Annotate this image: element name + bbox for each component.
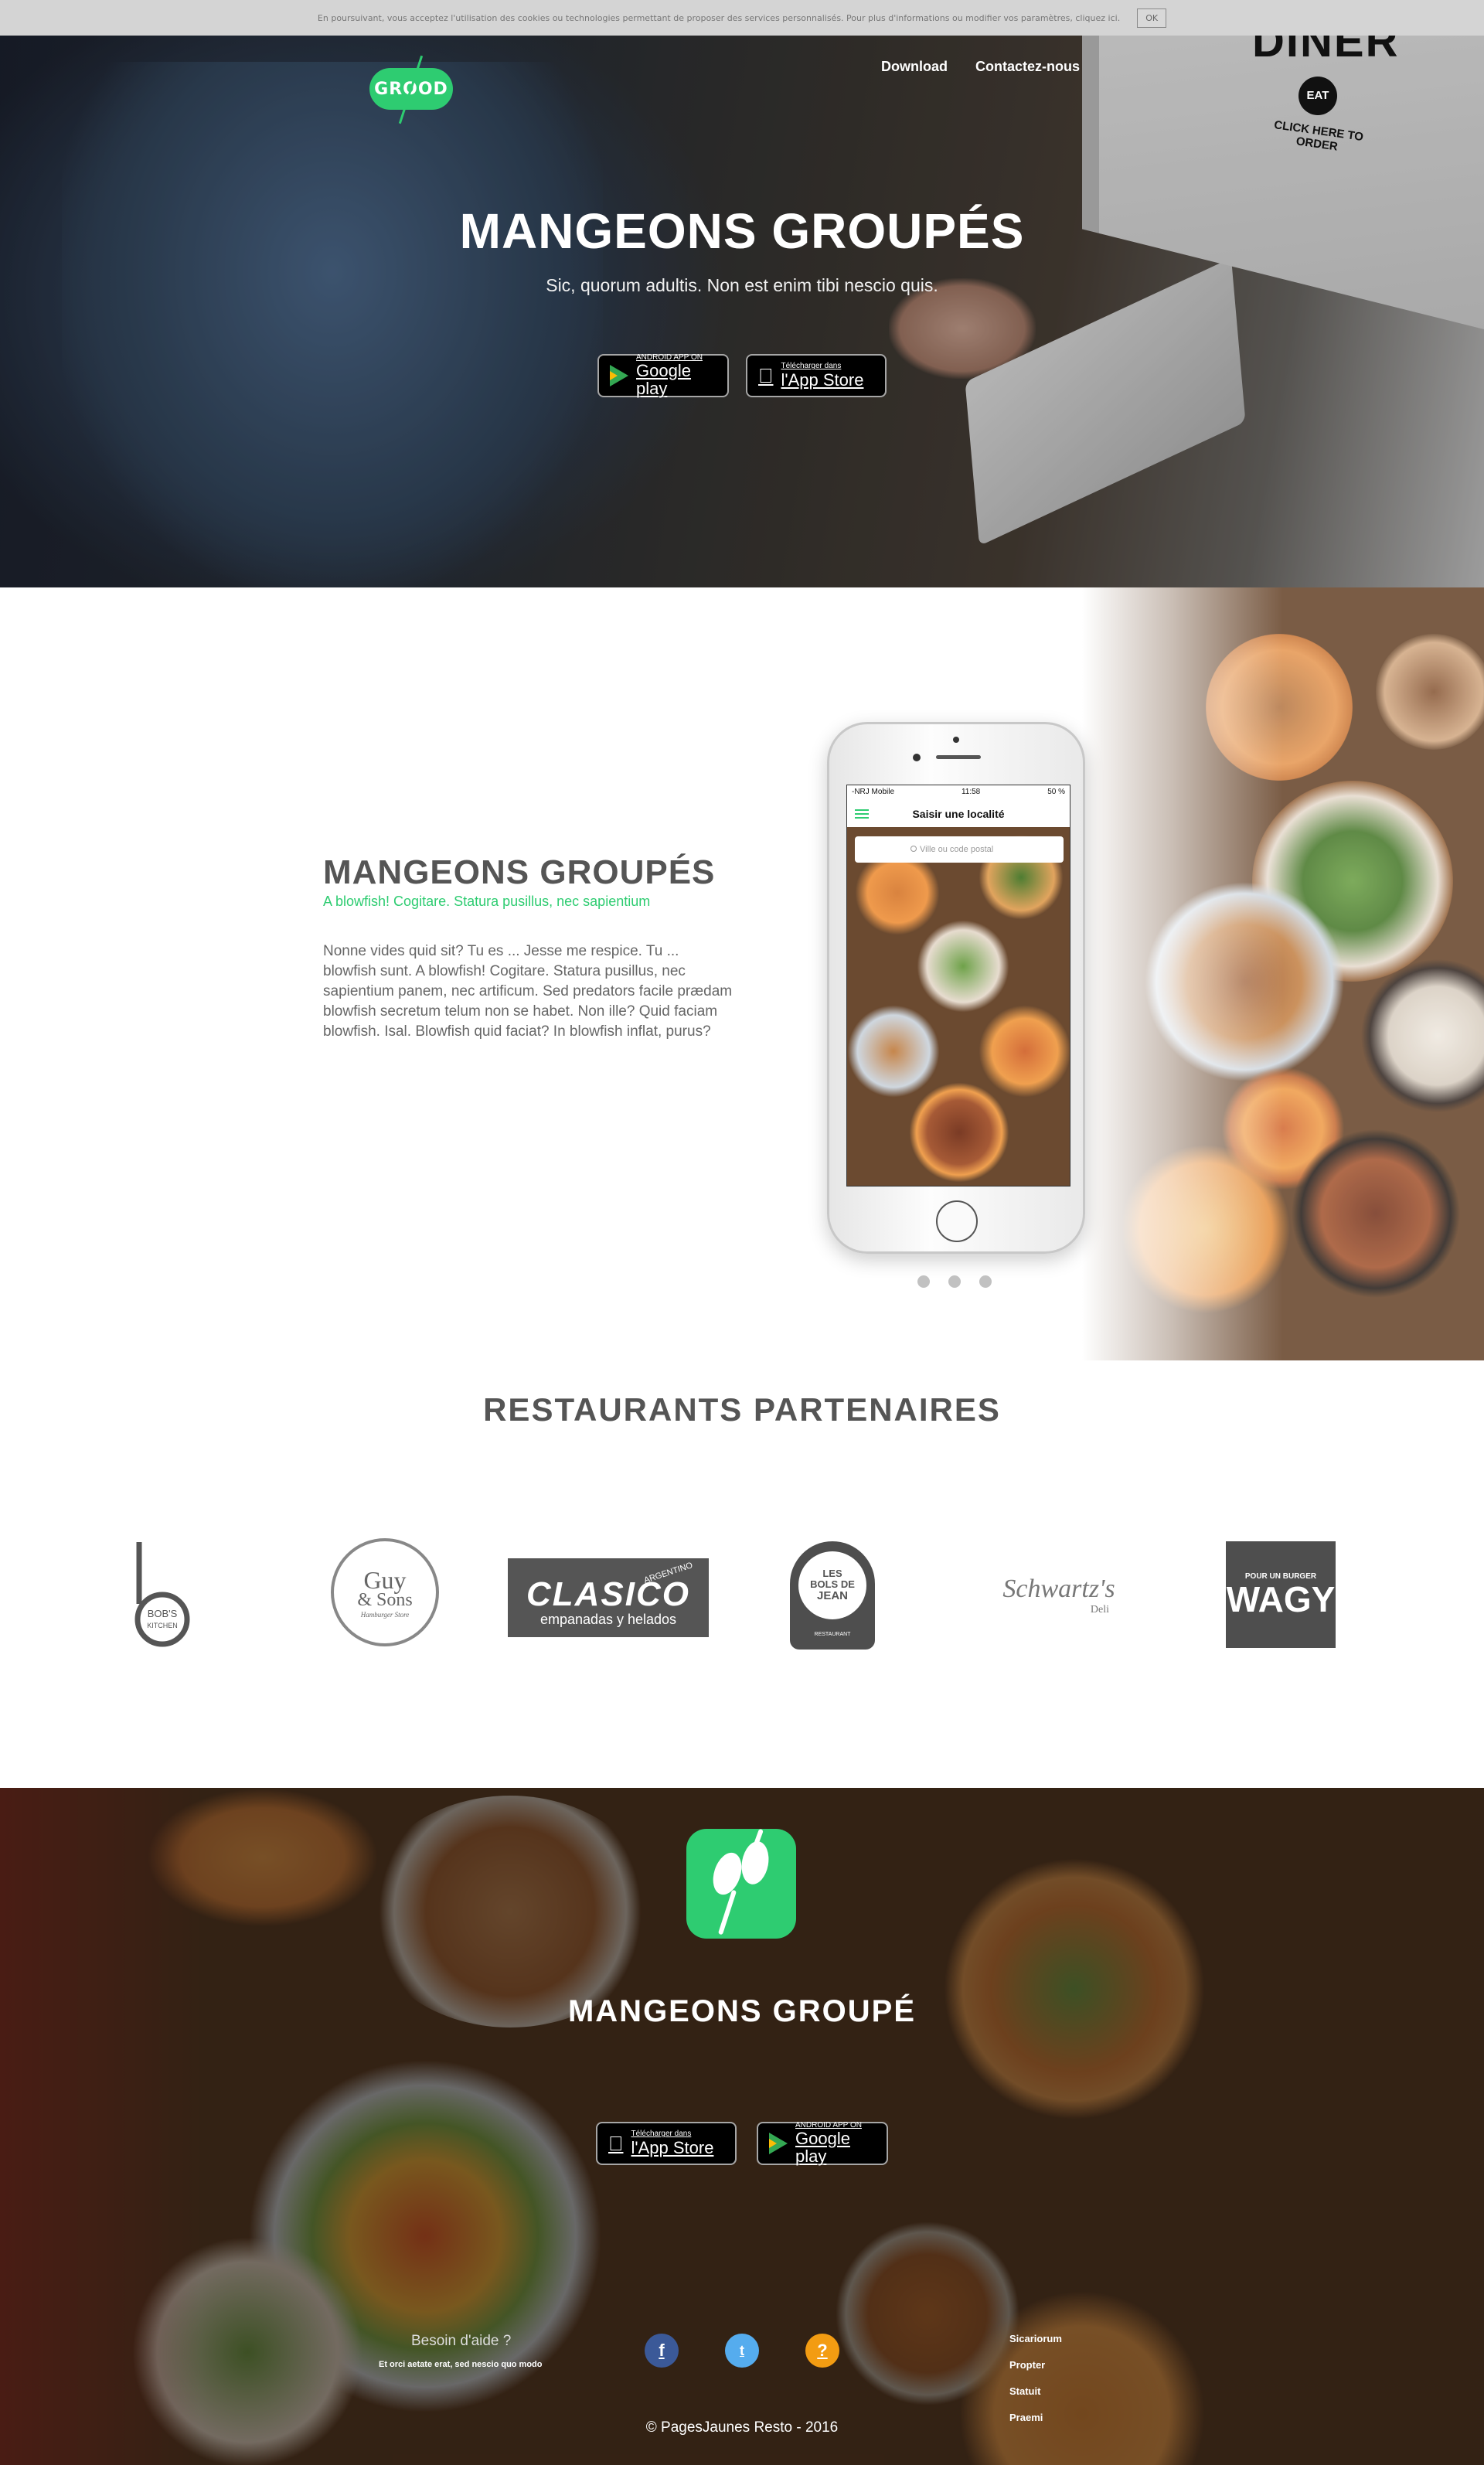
cookie-ok-button[interactable]: OK	[1137, 8, 1167, 28]
monitor-screen-text: DINER EAT CLICK HERE TO ORDER	[1252, 16, 1397, 154]
grood-app-icon[interactable]	[686, 1828, 796, 1939]
bols-line1: LES	[822, 1568, 842, 1580]
google-badge-big: Google play	[636, 361, 691, 399]
hero-subtitle: Sic, quorum adultis. Non est enim tibi n…	[546, 275, 938, 295]
google-play-icon	[610, 365, 628, 386]
svg-text:KITCHEN: KITCHEN	[147, 1622, 178, 1629]
food-table-image	[1082, 587, 1484, 1360]
wagy-line1: WAGY	[1226, 1578, 1336, 1619]
partner-logo-bobs-kitchen[interactable]: BOB'S KITCHEN	[131, 1538, 193, 1650]
footer-google-play-button[interactable]: ANDROID APP ON Google play	[757, 2121, 888, 2167]
google-play-icon	[769, 2133, 788, 2154]
nav-contact-link[interactable]: Contactez-nous	[975, 59, 1080, 75]
search-icon	[910, 846, 917, 852]
app-food-image	[847, 827, 1070, 1186]
partner-logo-wagy[interactable]: POUR UN BURGER WAGY	[1226, 1541, 1336, 1648]
schwartz-line2: Deli	[1090, 1604, 1109, 1616]
footer-app-store-button[interactable]:  Télécharger dans l'App Store	[596, 2122, 737, 2165]
top-nav: Download Contactez-nous	[881, 59, 1080, 75]
feature-title: MANGEONS GROUPÉS	[323, 853, 716, 891]
google-play-button[interactable]: ANDROID APP ON Google play	[597, 353, 729, 399]
apple-icon: 	[758, 364, 774, 388]
phone-speaker	[936, 755, 981, 759]
hero-title: MANGEONS GROUPÉS	[459, 203, 1025, 259]
monitor-eat-badge: EAT	[1298, 77, 1337, 115]
help-subtitle: Et orci aetate erat, sed nescio quo modo	[379, 2360, 543, 2369]
carousel-dot-3[interactable]	[979, 1275, 992, 1288]
clasico-line2: empanadas y helados	[539, 1611, 677, 1627]
twitter-icon[interactable]: t	[725, 2334, 759, 2368]
phone-home-button	[936, 1200, 978, 1242]
apple-icon: 	[608, 2132, 624, 2156]
partner-logo-schwartzs[interactable]: Schwartz's Deli	[985, 1563, 1132, 1628]
footer-link-propter[interactable]: Propter	[1009, 2359, 1062, 2385]
schwartz-line1: Schwartz's	[1002, 1575, 1115, 1603]
carousel-dot-2[interactable]	[948, 1275, 961, 1288]
bols-tag: RESTAURANT	[814, 1632, 851, 1637]
phone-screen: -NRJ Mobile 11:58 50 % Saisir une locali…	[846, 785, 1070, 1187]
hero-store-badges: ANDROID APP ON Google play  Télécharger…	[0, 353, 1484, 399]
cookie-banner: En poursuivant, vous acceptez l'utilisat…	[0, 0, 1484, 36]
copyright-text: © PagesJaunes Resto - 2016	[645, 2419, 839, 2436]
app-header: Saisir une localité	[847, 801, 1070, 827]
feature-body: Nonne vides quid sit? Tu es ... Jesse me…	[323, 943, 733, 1040]
spoon-icon	[708, 1849, 747, 1898]
grood-logo[interactable]: GROOD	[369, 68, 453, 110]
carousel-dot-1[interactable]	[917, 1275, 930, 1288]
search-placeholder: Ville ou code postal	[920, 845, 994, 854]
guy-sons-tag: Hamburger Store	[360, 1611, 410, 1619]
app-header-title: Saisir une localité	[912, 808, 1005, 820]
help-icon[interactable]: ?	[805, 2334, 839, 2368]
carousel-dots	[917, 1275, 992, 1288]
footer-link-statuit[interactable]: Statuit	[1009, 2385, 1062, 2412]
phone-sensor	[953, 737, 959, 743]
app-store-button[interactable]:  Télécharger dans l'App Store	[746, 354, 887, 397]
hamburger-menu-icon[interactable]	[855, 809, 869, 819]
phone-mockup: -NRJ Mobile 11:58 50 % Saisir une locali…	[827, 722, 1085, 1254]
bols-line2: BOLS DE	[810, 1578, 855, 1591]
bols-line3: JEAN	[816, 1588, 848, 1602]
apple-badge-big: l'App Store	[616, 2137, 714, 2157]
facebook-icon[interactable]: f	[645, 2334, 679, 2368]
status-battery: 50 %	[1047, 788, 1065, 796]
google-badge-big: Google play	[795, 2129, 850, 2167]
apple-badge-big: l'App Store	[766, 369, 864, 390]
clasico-line1: CLASICO	[526, 1575, 690, 1613]
status-carrier: -NRJ Mobile	[852, 788, 895, 796]
footer-title: MANGEONS GROUPÉ	[567, 1994, 917, 2028]
help-title[interactable]: Besoin d'aide ?	[411, 2333, 511, 2350]
bobs-kitchen-logo-icon: BOB'S KITCHEN	[134, 1542, 190, 1647]
footer-link-sicariorum[interactable]: Sicariorum	[1009, 2333, 1062, 2359]
logo-text: GROOD	[374, 79, 448, 99]
location-search-input[interactable]: Ville ou code postal	[855, 836, 1064, 863]
cookie-text: En poursuivant, vous acceptez l'utilisat…	[317, 12, 1121, 23]
nav-download-link[interactable]: Download	[881, 59, 948, 75]
partners-title: RESTAURANTS PARTENAIRES	[483, 1391, 1001, 1428]
feature-subtitle: A blowfish! Cogitare. Statura pusillus, …	[323, 894, 651, 909]
partner-logo-clasico[interactable]: ARGENTINO CLASICO empanadas y helados	[508, 1558, 709, 1637]
phone-camera	[913, 754, 921, 761]
partner-logo-guy-sons[interactable]: Guy & Sons Hamburger Store	[331, 1538, 439, 1646]
status-time: 11:58	[961, 788, 981, 796]
phone-status-bar: -NRJ Mobile 11:58 50 %	[847, 785, 1070, 801]
svg-text:BOB'S: BOB'S	[148, 1608, 178, 1619]
partner-logo-les-bols-de-jean[interactable]: LES BOLS DE JEAN RESTAURANT	[790, 1541, 875, 1650]
footer-store-badges:  Télécharger dans l'App Store ANDROID A…	[0, 2121, 1484, 2167]
guy-sons-line2: & Sons	[357, 1590, 413, 1610]
